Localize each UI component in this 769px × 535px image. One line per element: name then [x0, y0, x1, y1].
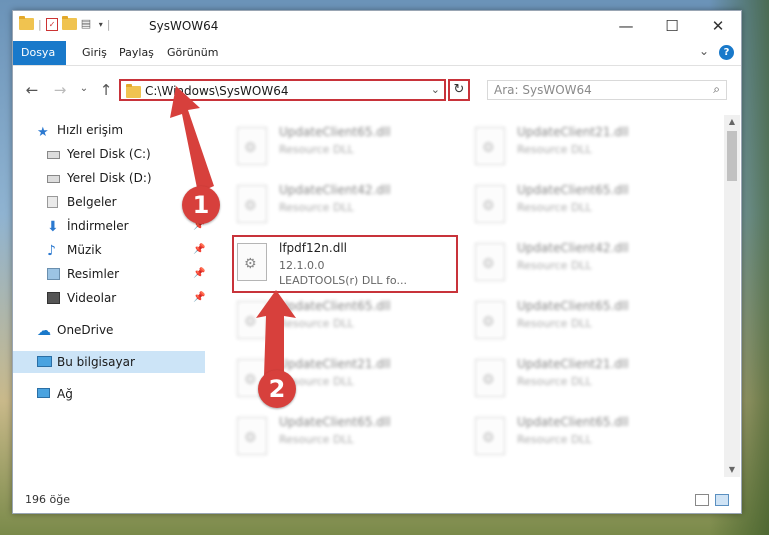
annotation-arrows — [170, 86, 296, 376]
step-badge-1: 1 — [182, 186, 220, 224]
step-badge-2: 2 — [258, 370, 296, 408]
arrow-2 — [256, 290, 296, 376]
arrow-1 — [170, 86, 214, 193]
